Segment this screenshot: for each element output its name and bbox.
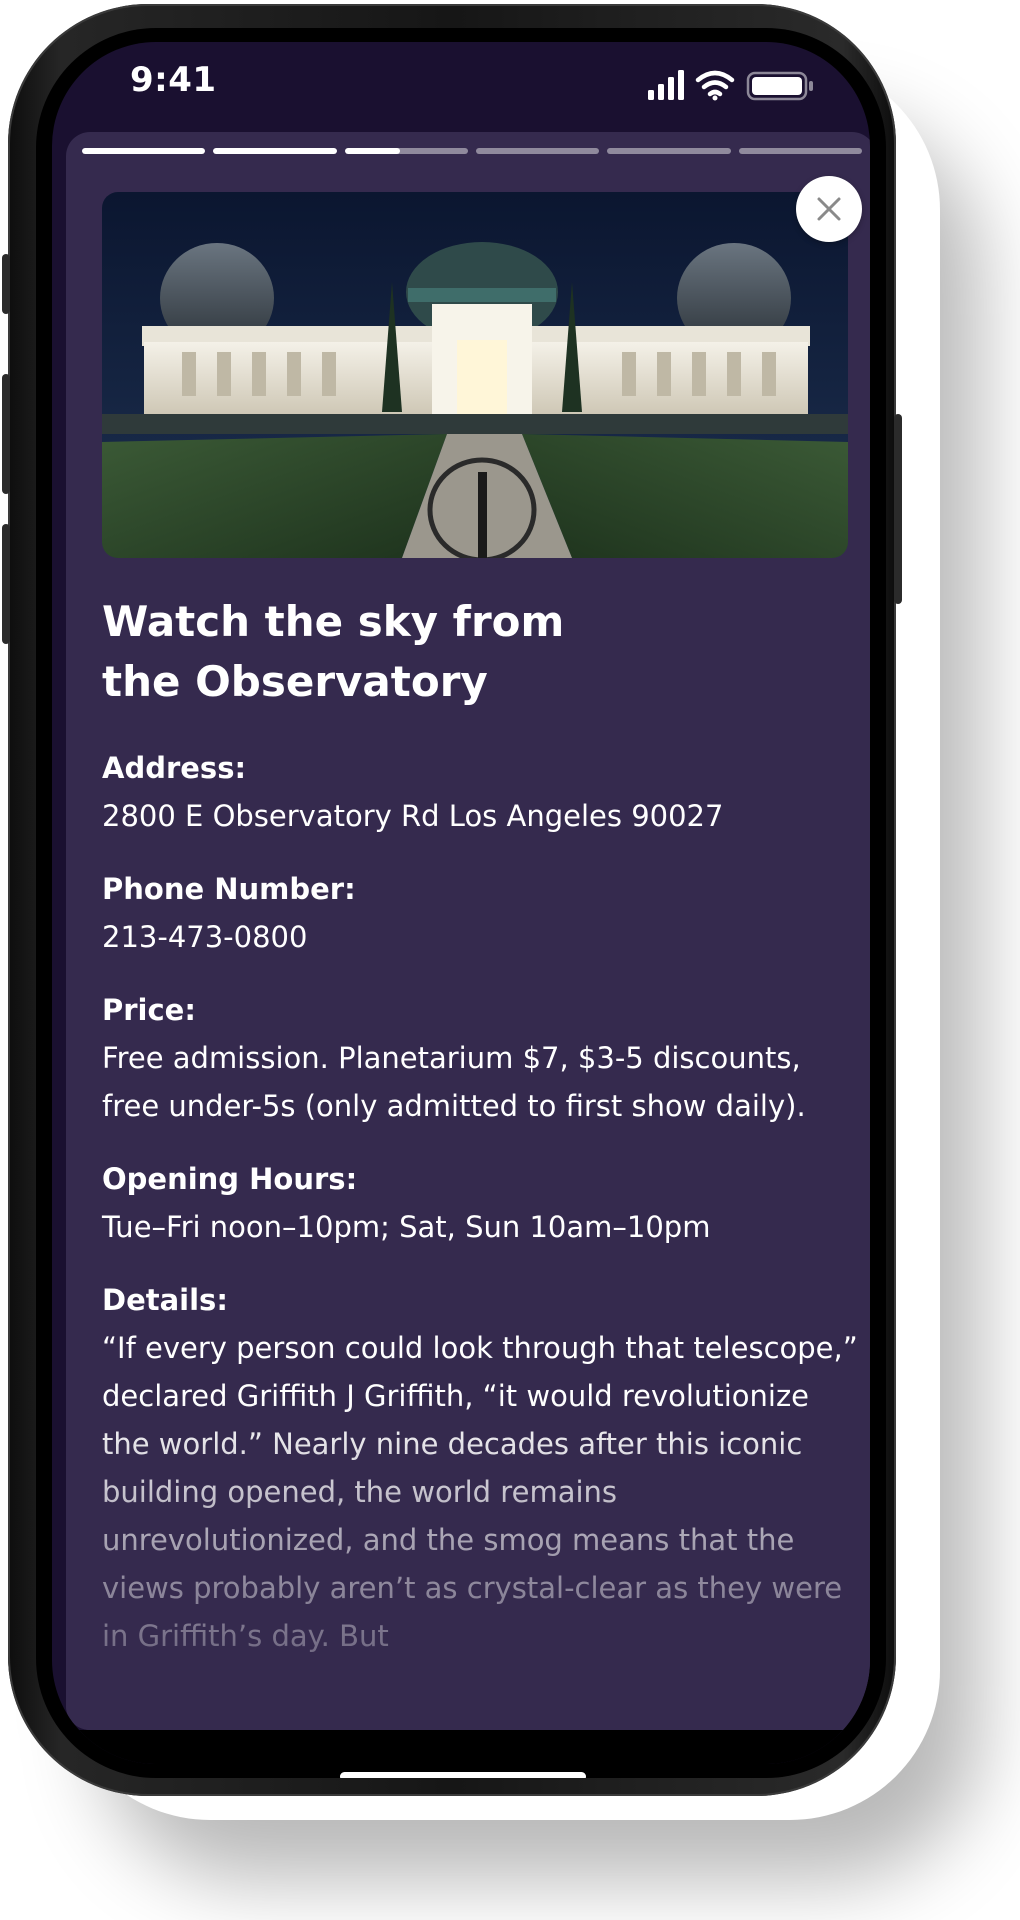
info-section: Address: 2800 E Observatory Rd Los Angel…: [102, 744, 862, 1685]
story-card: Watch the sky from the Observatory Addre…: [66, 132, 870, 1730]
details-block: Details: “If every person could look thr…: [102, 1276, 862, 1660]
observatory-photo: [102, 192, 848, 558]
progress-fill: [344, 148, 401, 154]
story-title-line-2: the Observatory: [102, 657, 488, 706]
phone-frame: 9:41 Watch the sky from the Observatory …: [2, 4, 902, 1796]
details-value: “If every person could look through that…: [102, 1331, 858, 1653]
close-icon: [817, 197, 841, 221]
volume-up-button: [2, 374, 10, 494]
hero-image: [102, 192, 848, 558]
mute-switch: [2, 254, 10, 314]
phone-block: Phone Number: 213-473-0800: [102, 865, 862, 961]
address-block: Address: 2800 E Observatory Rd Los Angel…: [102, 744, 862, 840]
price-label: Price:: [102, 993, 196, 1027]
status-icons: [648, 70, 813, 101]
progress-segment-4: [475, 148, 600, 154]
status-time: 9:41: [130, 60, 217, 100]
progress-segment-3: [344, 148, 468, 154]
battery-icon: [746, 71, 813, 101]
details-label: Details:: [102, 1283, 228, 1317]
status-bar: 9:41: [52, 42, 870, 132]
address-value: 2800 E Observatory Rd Los Angeles 90027: [102, 799, 724, 833]
phone-bezel: 9:41 Watch the sky from the Observatory …: [36, 28, 886, 1778]
progress-fill: [213, 148, 337, 154]
phone-value[interactable]: 213-473-0800: [102, 913, 862, 961]
progress-segment-2: [213, 148, 337, 154]
hours-label: Opening Hours:: [102, 1162, 358, 1196]
story-progress: [82, 148, 862, 154]
hours-value: Tue–Fri noon–10pm; Sat, Sun 10am–10pm: [102, 1210, 711, 1244]
phone-label: Phone Number:: [102, 872, 356, 906]
close-button[interactable]: [796, 176, 862, 242]
wifi-icon: [695, 70, 735, 101]
phone-screen: 9:41 Watch the sky from the Observatory …: [52, 42, 870, 1764]
progress-segment-5: [607, 148, 731, 154]
progress-fill: [82, 148, 206, 154]
price-block: Price: Free admission. Planetarium $7, $…: [102, 986, 862, 1130]
story-title-line-1: Watch the sky from: [102, 597, 565, 646]
hours-block: Opening Hours: Tue–Fri noon–10pm; Sat, S…: [102, 1155, 862, 1251]
home-indicator[interactable]: [340, 1772, 586, 1778]
cellular-signal-icon: [648, 70, 684, 100]
story-title: Watch the sky from the Observatory: [102, 592, 822, 712]
price-value: Free admission. Planetarium $7, $3-5 dis…: [102, 1041, 806, 1123]
volume-down-button: [2, 524, 10, 644]
progress-segment-1: [82, 148, 206, 154]
bottom-safe-area: [52, 1730, 870, 1764]
address-label: Address:: [102, 751, 247, 785]
progress-segment-6: [738, 148, 862, 154]
power-button: [894, 414, 902, 604]
